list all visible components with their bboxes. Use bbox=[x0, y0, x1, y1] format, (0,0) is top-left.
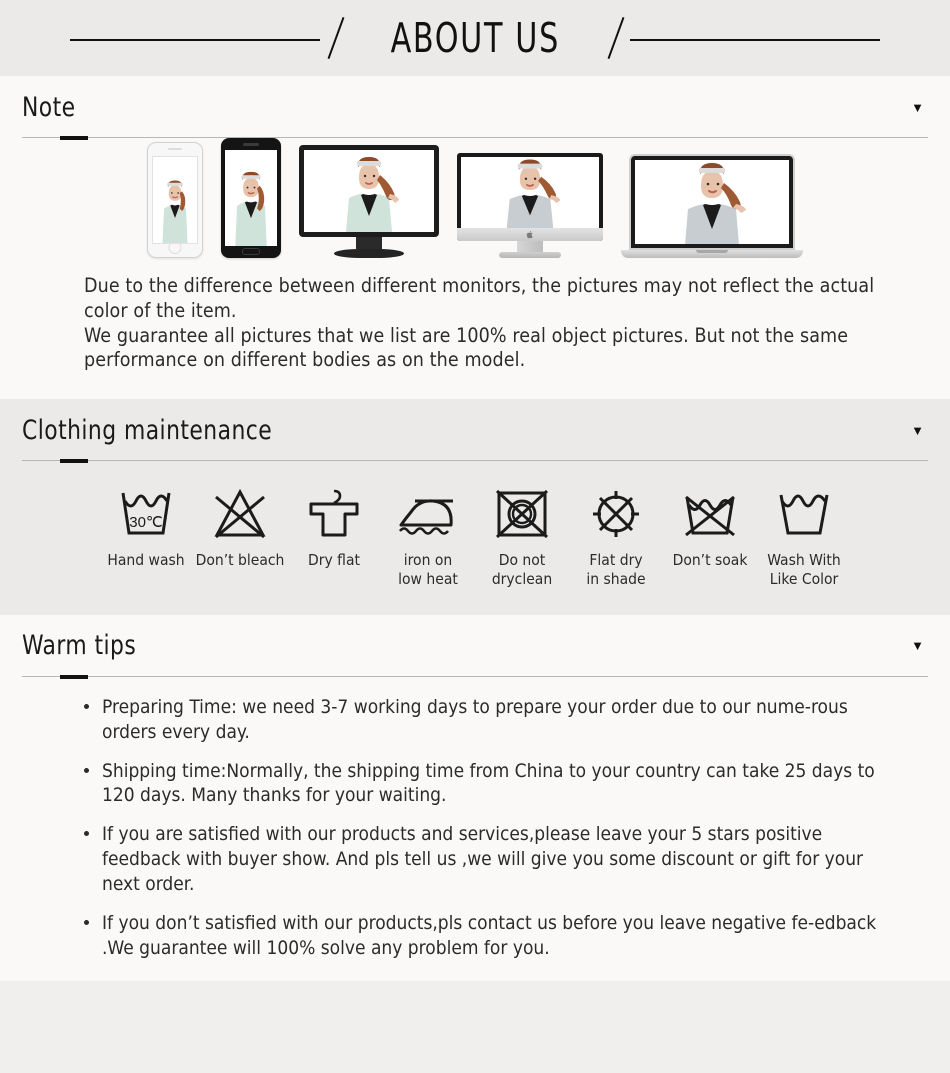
laptop-base bbox=[621, 250, 803, 258]
care-item: Wash With Like Color bbox=[757, 483, 851, 589]
imac-screen bbox=[461, 157, 599, 228]
section-header-note[interactable]: Note ▼ bbox=[0, 76, 950, 140]
model-photo-gray bbox=[635, 160, 789, 244]
laptop-mockup bbox=[621, 154, 803, 258]
laptop-bezel bbox=[629, 154, 795, 250]
do-not-bleach-icon bbox=[193, 483, 287, 545]
list-item: Preparing Time: we need 3-7 working days… bbox=[80, 695, 888, 745]
care-label: Dry flat bbox=[308, 551, 360, 569]
section-rule bbox=[22, 674, 928, 679]
care-item: 30℃ Hand wash bbox=[99, 483, 193, 570]
section-rule bbox=[22, 459, 928, 463]
apple-logo-icon bbox=[526, 230, 533, 239]
list-item: If you are satisfied with our products a… bbox=[80, 822, 888, 897]
page-title: ABOUT US bbox=[390, 14, 560, 62]
imac-bezel bbox=[457, 153, 603, 241]
care-label: Do not dryclean bbox=[491, 551, 553, 588]
desktop-monitor-mockup bbox=[299, 145, 439, 258]
flat-dry-shade-icon bbox=[569, 483, 663, 545]
section-rule bbox=[22, 136, 928, 140]
imac-base bbox=[499, 252, 561, 258]
monitor-base bbox=[334, 249, 404, 258]
care-label: Flat dry in shade bbox=[586, 551, 646, 588]
model-photo-mint bbox=[304, 150, 434, 232]
section-note: Note ▼ Due to the difference between dif… bbox=[0, 76, 950, 399]
note-paragraph: We guarantee all pictures that we list a… bbox=[84, 323, 849, 372]
care-label: Don’t soak bbox=[672, 551, 748, 569]
warm-tips-list: Preparing Time: we need 3-7 working days… bbox=[0, 677, 950, 981]
section-title-warm-tips: Warm tips bbox=[22, 630, 137, 662]
do-not-soak-icon bbox=[663, 483, 757, 545]
note-paragraph: Due to the difference between different … bbox=[84, 274, 875, 322]
care-item: iron on low heat bbox=[381, 483, 475, 589]
chevron-down-icon[interactable]: ▼ bbox=[911, 639, 928, 652]
model-photo-mint bbox=[153, 157, 197, 243]
do-not-dryclean-icon bbox=[475, 483, 569, 545]
banner-rule-left bbox=[69, 39, 320, 41]
section-header-warm-tips[interactable]: Warm tips ▼ bbox=[0, 615, 950, 679]
model-photo-mint bbox=[225, 150, 277, 246]
dry-flat-icon bbox=[287, 483, 381, 545]
page-banner: ABOUT US bbox=[0, 0, 950, 76]
care-item: Flat dry in shade bbox=[569, 483, 663, 589]
model-photo-gray bbox=[461, 157, 599, 228]
android-phone-mockup bbox=[221, 138, 281, 258]
banner-slash-left-icon bbox=[320, 16, 350, 60]
iphone-screen bbox=[152, 156, 198, 244]
device-mockups bbox=[0, 138, 950, 268]
android-screen bbox=[225, 150, 277, 246]
imac-mockup bbox=[457, 153, 603, 258]
iphone-mockup bbox=[147, 142, 203, 258]
care-item: Don’t soak bbox=[663, 483, 757, 570]
chevron-down-icon[interactable]: ▼ bbox=[911, 424, 928, 437]
iron-low-heat-icon bbox=[381, 483, 475, 545]
hand-wash-icon: 30℃ bbox=[99, 483, 193, 545]
monitor-neck bbox=[356, 237, 382, 249]
section-header-clothing-maintenance[interactable]: Clothing maintenance ▼ bbox=[0, 399, 950, 463]
note-paragraphs: Due to the difference between different … bbox=[0, 268, 950, 399]
imac-neck bbox=[517, 241, 543, 252]
laptop-screen bbox=[635, 160, 789, 244]
monitor-screen bbox=[304, 150, 434, 232]
care-item: Dry flat bbox=[287, 483, 381, 570]
section-warm-tips: Warm tips ▼ Preparing Time: we need 3-7 … bbox=[0, 614, 950, 981]
section-title-clothing-maintenance: Clothing maintenance bbox=[22, 414, 273, 446]
care-label: Don’t bleach bbox=[195, 551, 285, 569]
wash-like-color-icon bbox=[757, 483, 851, 545]
list-item: Shipping time:Normally, the shipping tim… bbox=[80, 759, 888, 809]
care-symbol-row: 30℃ Hand wash Don’t bleach Dry flat iron… bbox=[0, 461, 950, 615]
list-item: If you don’t satisfied with our products… bbox=[80, 911, 888, 961]
banner-slash-right-icon bbox=[600, 16, 630, 60]
care-item: Do not dryclean bbox=[475, 483, 569, 589]
monitor-bezel bbox=[299, 145, 439, 237]
wash-temperature-label: 30℃ bbox=[129, 514, 163, 531]
care-label: Hand wash bbox=[107, 551, 185, 569]
care-item: Don’t bleach bbox=[193, 483, 287, 570]
care-label: Wash With Like Color bbox=[767, 551, 841, 588]
chevron-down-icon[interactable]: ▼ bbox=[911, 101, 928, 114]
care-label: iron on low heat bbox=[398, 551, 458, 588]
section-clothing-maintenance: Clothing maintenance ▼ 30℃ Hand wash Don… bbox=[0, 399, 950, 615]
section-title-note: Note bbox=[22, 91, 76, 123]
banner-rule-right bbox=[630, 39, 881, 41]
